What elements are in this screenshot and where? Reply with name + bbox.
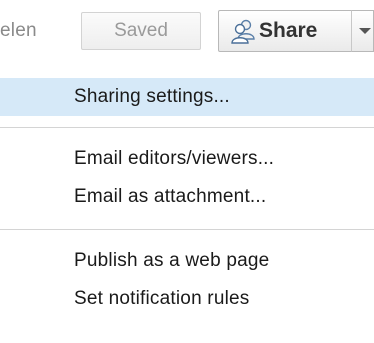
saved-status-button[interactable]: Saved bbox=[81, 12, 201, 50]
menu-item-publish-as-web-page[interactable]: Publish as a web page bbox=[0, 242, 374, 280]
share-button-label: Share bbox=[259, 19, 318, 42]
people-share-icon bbox=[231, 18, 255, 44]
document-toolbar: elen Saved Share bbox=[0, 0, 374, 78]
menu-separator bbox=[0, 229, 374, 230]
share-dropdown-menu: Sharing settings... Email editors/viewer… bbox=[0, 78, 374, 343]
chevron-down-icon bbox=[358, 28, 371, 34]
document-title-fragment: elen bbox=[0, 20, 37, 41]
menu-item-email-as-attachment[interactable]: Email as attachment... bbox=[0, 178, 374, 216]
menu-item-set-notification-rules[interactable]: Set notification rules bbox=[0, 280, 374, 318]
share-menu-screenshot: elen Saved Share Sharing settings... Ema bbox=[0, 0, 374, 343]
share-dropdown-toggle[interactable] bbox=[351, 10, 374, 52]
menu-item-sharing-settings[interactable]: Sharing settings... bbox=[0, 78, 374, 116]
share-button[interactable]: Share bbox=[218, 10, 352, 52]
menu-item-email-editors-viewers[interactable]: Email editors/viewers... bbox=[0, 140, 374, 178]
menu-separator bbox=[0, 127, 374, 128]
